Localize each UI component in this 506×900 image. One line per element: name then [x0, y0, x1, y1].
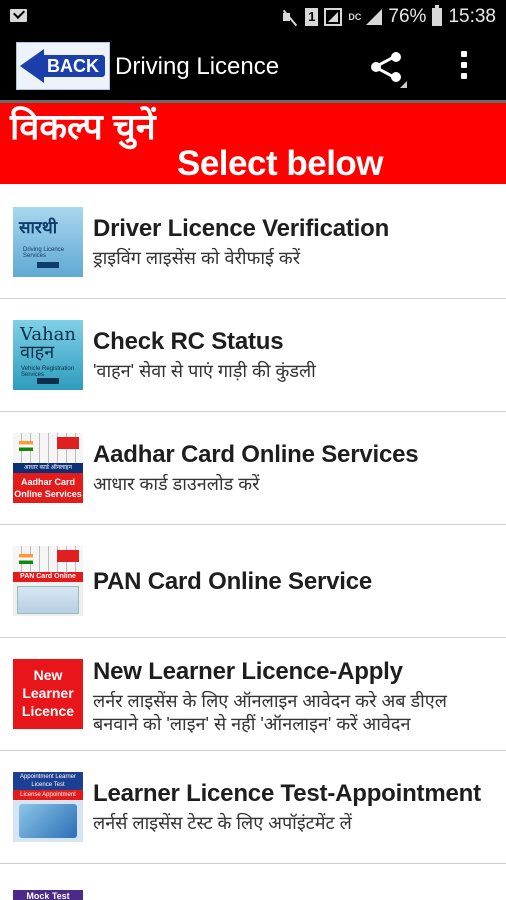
item-title: Aadhar Card Online Services	[93, 441, 419, 468]
list-item-rc-status[interactable]: Vahan वाहन Vehicle Registration Services…	[0, 299, 506, 412]
mail-notification-icon	[10, 9, 27, 22]
list-item-pan[interactable]: PAN Card Online PAN Card Online Service	[0, 525, 506, 638]
vahan-thumbnail: Vahan वाहन Vehicle Registration Services	[13, 320, 83, 390]
item-subtitle: लर्नर्स लाइसेंस टेस्ट के लिए अपॉइंटमेंट …	[93, 813, 352, 833]
appointment-thumbnail: Appointment Learner Licence Test License…	[13, 772, 83, 842]
list-item-aadhar[interactable]: आधार कार्ड ऑनलाइन Aadhar Card Online Ser…	[0, 412, 506, 525]
signal-box-icon	[324, 8, 343, 26]
item-title: PAN Card Online Service	[93, 568, 373, 595]
options-list: सारथी Driving Licence Services Driver Li…	[0, 186, 506, 864]
aadhar-thumbnail: आधार कार्ड ऑनलाइन Aadhar Card Online Ser…	[13, 433, 83, 503]
new-learner-thumbnail: New Learner Licence	[13, 659, 83, 729]
app-title: Driving Licence	[115, 53, 280, 80]
overflow-menu-icon[interactable]	[459, 51, 469, 83]
list-item-dl-verification[interactable]: सारथी Driving Licence Services Driver Li…	[0, 186, 506, 299]
sarathi-thumbnail: सारथी Driving Licence Services	[13, 207, 83, 277]
back-label: BACK	[41, 55, 105, 77]
status-bar: 1 DC 76% 15:38	[0, 0, 506, 33]
options-banner: विकल्प चुनें Select below options	[0, 100, 506, 225]
mute-icon	[281, 8, 299, 26]
signal-bars-icon	[366, 9, 383, 25]
list-item-learner-appointment[interactable]: Appointment Learner Licence Test License…	[0, 751, 506, 864]
back-button[interactable]: BACK	[16, 42, 110, 90]
pan-thumbnail: PAN Card Online	[13, 546, 83, 616]
list-item-learner-apply[interactable]: New Learner Licence New Learner Licence-…	[0, 638, 506, 751]
item-title: Check RC Status	[93, 328, 284, 355]
item-title: Driver Licence Verification	[93, 215, 390, 242]
mock-test-thumbnail-partial[interactable]: Mock Test	[13, 890, 83, 900]
item-subtitle: ड्राइविंग लाइसेंस को वेरीफाई करें	[93, 248, 301, 268]
network-type-label: DC	[348, 11, 362, 22]
battery-icon	[432, 5, 443, 26]
battery-percent: 76%	[388, 6, 427, 27]
share-icon[interactable]	[369, 50, 407, 88]
item-subtitle: आधार कार्ड डाउनलोड करें	[93, 474, 260, 494]
item-subtitle: 'वाहन' सेवा से पाएं गाड़ी की कुंडली	[93, 361, 316, 381]
item-subtitle: लर्नर लाइसेंस के लिए ऑनलाइन आवेदन करे अब…	[93, 691, 447, 734]
banner-hindi-text: विकल्प चुनें	[10, 106, 156, 147]
sim-icon: 1	[305, 8, 319, 26]
item-title: New Learner Licence-Apply	[93, 658, 403, 685]
clock: 15:38	[448, 6, 496, 27]
app-bar: BACK Driving Licence	[0, 33, 506, 100]
item-title: Learner Licence Test-Appointment	[93, 780, 481, 807]
